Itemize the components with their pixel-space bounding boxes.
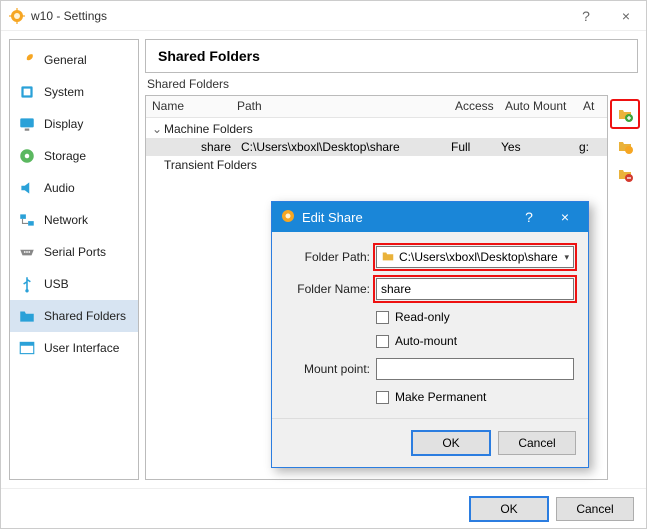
sidebar-item-usb[interactable]: USB xyxy=(10,268,138,300)
mount-point-input[interactable] xyxy=(376,358,574,380)
expand-icon[interactable] xyxy=(150,158,164,172)
close-button[interactable]: × xyxy=(606,1,646,30)
col-auto-mount[interactable]: Auto Mount xyxy=(499,96,577,117)
sidebar-item-label: Network xyxy=(44,213,88,227)
expand-icon[interactable]: ⌄ xyxy=(150,122,164,136)
sidebar-item-label: Shared Folders xyxy=(44,309,126,323)
group-transient-folders[interactable]: Transient Folders xyxy=(146,156,607,174)
sidebar-item-network[interactable]: Network xyxy=(10,204,138,236)
share-path: C:\Users\xboxl\Desktop\share xyxy=(235,140,445,154)
dialog-title: Edit Share xyxy=(302,210,508,225)
sidebar-item-label: USB xyxy=(44,277,69,291)
add-share-button[interactable] xyxy=(614,103,636,125)
usb-icon xyxy=(18,275,36,293)
col-at[interactable]: At xyxy=(577,96,607,117)
sidebar-item-label: Serial Ports xyxy=(44,245,106,259)
dialog-help-button[interactable]: ? xyxy=(514,209,544,225)
remove-share-button[interactable] xyxy=(614,163,636,185)
share-name: share xyxy=(195,140,235,154)
dialog-close-button[interactable]: × xyxy=(550,209,580,225)
sidebar-item-label: Audio xyxy=(44,181,75,195)
group-label: Machine Folders xyxy=(164,122,253,136)
make-permanent-checkbox[interactable] xyxy=(376,391,389,404)
dialog-titlebar: Edit Share ? × xyxy=(272,202,588,232)
folder-name-label: Folder Name: xyxy=(286,282,370,296)
sidebar-item-serial[interactable]: Serial Ports xyxy=(10,236,138,268)
read-only-checkbox-row[interactable]: Read-only xyxy=(376,310,574,324)
sidebar-item-label: Display xyxy=(44,117,83,131)
cancel-button[interactable]: Cancel xyxy=(556,497,634,521)
dialog-cancel-button[interactable]: Cancel xyxy=(498,431,576,455)
group-machine-folders[interactable]: ⌄ Machine Folders xyxy=(146,120,607,138)
col-access[interactable]: Access xyxy=(449,96,499,117)
make-permanent-label: Make Permanent xyxy=(395,390,486,404)
sidebar-item-display[interactable]: Display xyxy=(10,108,138,140)
col-path[interactable]: Path xyxy=(231,96,449,117)
share-row[interactable]: share C:\Users\xboxl\Desktop\share Full … xyxy=(146,138,607,156)
mount-point-label: Mount point: xyxy=(286,362,370,376)
monitor-icon xyxy=(18,115,36,133)
share-access: Full xyxy=(445,140,495,154)
make-permanent-checkbox-row[interactable]: Make Permanent xyxy=(376,390,574,404)
folder-name-value: share xyxy=(381,282,411,296)
sidebar-item-system[interactable]: System xyxy=(10,76,138,108)
sidebar: General System Display Storage Audio Net… xyxy=(9,39,139,480)
dialog-footer: OK Cancel xyxy=(272,418,588,467)
page-title: Shared Folders xyxy=(145,39,638,73)
window-footer: OK Cancel xyxy=(1,488,646,528)
edit-share-button[interactable] xyxy=(614,135,636,157)
sidebar-item-label: User Interface xyxy=(44,341,119,355)
sidebar-item-storage[interactable]: Storage xyxy=(10,140,138,172)
network-icon xyxy=(18,211,36,229)
folder-icon xyxy=(18,307,36,325)
read-only-checkbox[interactable] xyxy=(376,311,389,324)
dialog-ok-button[interactable]: OK xyxy=(412,431,490,455)
auto-mount-checkbox-row[interactable]: Auto-mount xyxy=(376,334,574,348)
sidebar-item-general[interactable]: General xyxy=(10,44,138,76)
sidebar-item-label: System xyxy=(44,85,84,99)
auto-mount-label: Auto-mount xyxy=(395,334,457,348)
tree: ⌄ Machine Folders share C:\Users\xboxl\D… xyxy=(146,118,607,176)
disk-icon xyxy=(18,147,36,165)
group-label: Transient Folders xyxy=(164,158,257,172)
folder-name-input[interactable]: share xyxy=(376,278,574,300)
wrench-icon xyxy=(18,51,36,69)
auto-mount-checkbox[interactable] xyxy=(376,335,389,348)
add-share-highlight xyxy=(610,99,640,129)
sidebar-item-audio[interactable]: Audio xyxy=(10,172,138,204)
folder-icon xyxy=(381,249,395,266)
share-auto: Yes xyxy=(495,140,573,154)
folder-path-combo[interactable]: C:\Users\xboxl\Desktop\share ▾ xyxy=(376,246,574,268)
chip-icon xyxy=(18,83,36,101)
sidebar-item-ui[interactable]: User Interface xyxy=(10,332,138,364)
read-only-label: Read-only xyxy=(395,310,450,324)
col-name[interactable]: Name xyxy=(146,96,231,117)
window-title: w10 - Settings xyxy=(31,9,566,23)
ui-icon xyxy=(18,339,36,357)
section-label: Shared Folders xyxy=(145,77,638,91)
folder-path-label: Folder Path: xyxy=(286,250,370,264)
help-button[interactable]: ? xyxy=(566,1,606,30)
edit-share-dialog: Edit Share ? × Folder Path: C:\Users\xbo… xyxy=(271,201,589,468)
serial-icon xyxy=(18,243,36,261)
settings-window: w10 - Settings ? × General System Displa… xyxy=(0,0,647,529)
chevron-down-icon[interactable]: ▾ xyxy=(564,252,569,263)
ok-button[interactable]: OK xyxy=(470,497,548,521)
app-icon xyxy=(9,8,25,24)
share-at: g: xyxy=(573,140,603,154)
sidebar-item-shared-folders[interactable]: Shared Folders xyxy=(10,300,138,332)
gear-icon xyxy=(280,208,296,227)
speaker-icon xyxy=(18,179,36,197)
grid-header: Name Path Access Auto Mount At xyxy=(146,96,607,118)
folder-path-value: C:\Users\xboxl\Desktop\share xyxy=(399,250,558,264)
titlebar: w10 - Settings ? × xyxy=(1,1,646,31)
dialog-body: Folder Path: C:\Users\xboxl\Desktop\shar… xyxy=(272,232,588,410)
sidebar-item-label: Storage xyxy=(44,149,86,163)
window-body: General System Display Storage Audio Net… xyxy=(1,31,646,488)
action-rail xyxy=(612,95,638,480)
sidebar-item-label: General xyxy=(44,53,87,67)
